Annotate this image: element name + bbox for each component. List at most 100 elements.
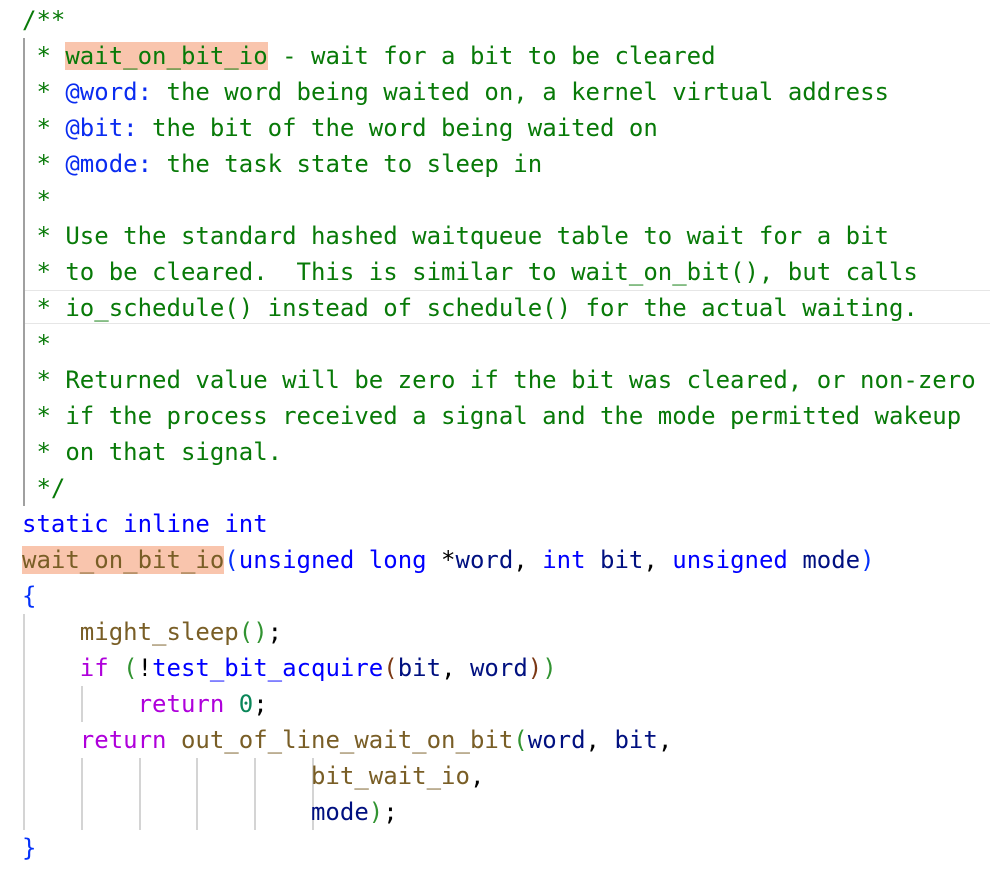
- code-token: ): [527, 654, 543, 682]
- code-line[interactable]: * @bit: the bit of the word being waited…: [22, 110, 658, 146]
- code-token: word: [455, 546, 514, 574]
- code-token: unsigned: [672, 546, 788, 574]
- code-token: !: [137, 654, 153, 682]
- code-line[interactable]: */: [22, 470, 65, 506]
- code-token: }: [22, 834, 37, 862]
- code-token: the task state to sleep in: [152, 150, 543, 178]
- code-token: word: [469, 654, 528, 682]
- code-token: static: [22, 510, 109, 538]
- code-line[interactable]: * @word: the word being waited on, a ker…: [22, 74, 889, 110]
- code-token: * Use the standard hashed waitqueue tabl…: [22, 222, 889, 250]
- code-line[interactable]: return 0;: [22, 686, 268, 722]
- code-token: 0: [238, 690, 254, 718]
- code-line[interactable]: /**: [22, 2, 65, 38]
- code-line[interactable]: * io_schedule() instead of schedule() fo…: [22, 290, 918, 326]
- code-token: word: [527, 726, 586, 754]
- code-token: return: [137, 690, 225, 718]
- code-token: ): [542, 654, 557, 682]
- code-token: inline: [123, 510, 210, 538]
- code-token: * to be cleared. This is similar to wait…: [22, 258, 918, 286]
- code-line[interactable]: bit_wait_io,: [22, 758, 484, 794]
- code-token: ;: [253, 690, 268, 718]
- code-token: (: [123, 654, 138, 682]
- code-token: (: [224, 546, 239, 574]
- code-token: @word:: [65, 78, 153, 106]
- code-token: bit: [600, 546, 644, 574]
- code-token: might_sleep: [79, 618, 239, 646]
- code-token: return: [79, 726, 167, 754]
- code-token: *: [22, 330, 51, 358]
- code-token: *: [22, 78, 66, 106]
- code-token: int: [542, 546, 586, 574]
- code-line[interactable]: static inline int: [22, 506, 268, 542]
- code-token: *: [22, 186, 51, 214]
- code-line[interactable]: {: [22, 578, 36, 614]
- code-token: (: [383, 654, 398, 682]
- code-token: mode: [802, 546, 861, 574]
- code-token: ): [860, 546, 875, 574]
- code-token: the word being waited on, a kernel virtu…: [152, 78, 889, 106]
- code-token: the bit of the word being waited on: [137, 114, 658, 142]
- code-line[interactable]: * if the process received a signal and t…: [22, 398, 961, 434]
- code-line[interactable]: *: [22, 326, 51, 362]
- code-token: (: [513, 726, 528, 754]
- code-token: - wait for a bit to be cleared: [267, 42, 716, 70]
- code-token: * if the process received a signal and t…: [22, 402, 962, 430]
- code-line[interactable]: * Returned value will be zero if the bit…: [22, 362, 976, 398]
- code-token: long: [368, 546, 427, 574]
- code-token: *: [426, 546, 456, 574]
- code-token: *: [22, 114, 66, 142]
- code-token: * io_schedule() instead of schedule() fo…: [22, 294, 918, 322]
- code-token: @mode:: [65, 150, 153, 178]
- code-token: ): [368, 798, 384, 826]
- code-token: ,: [441, 654, 470, 682]
- code-token: * Returned value will be zero if the bit…: [22, 366, 976, 394]
- code-token: */: [22, 474, 66, 502]
- code-line[interactable]: if (!test_bit_acquire(bit, word)): [22, 650, 557, 686]
- code-token: unsigned: [238, 546, 355, 574]
- code-line[interactable]: * on that signal.: [22, 434, 282, 470]
- code-line[interactable]: * Use the standard hashed waitqueue tabl…: [22, 218, 889, 254]
- code-token: bit: [614, 726, 658, 754]
- code-token: bit: [397, 654, 442, 682]
- code-line[interactable]: mode);: [22, 794, 398, 830]
- code-line[interactable]: *: [22, 182, 51, 218]
- code-token: if: [79, 654, 109, 682]
- code-line[interactable]: wait_on_bit_io(unsigned long *word, int …: [22, 542, 875, 578]
- code-token: int: [224, 510, 268, 538]
- code-token: ,: [469, 762, 485, 790]
- code-line[interactable]: * wait_on_bit_io - wait for a bit to be …: [22, 38, 716, 74]
- code-line[interactable]: }: [22, 830, 36, 866]
- code-line[interactable]: * @mode: the task state to sleep in: [22, 146, 542, 182]
- code-editor[interactable]: /** * wait_on_bit_io - wait for a bit to…: [0, 0, 990, 870]
- code-token: /**: [22, 6, 66, 34]
- code-token: ,: [643, 546, 673, 574]
- highlighted-token: wait_on_bit_io: [22, 546, 225, 574]
- code-token: ,: [657, 726, 673, 754]
- highlighted-token: wait_on_bit_io: [65, 42, 268, 70]
- code-token: mode: [310, 798, 369, 826]
- code-token: *: [22, 42, 66, 70]
- code-line[interactable]: * to be cleared. This is similar to wait…: [22, 254, 918, 290]
- code-line[interactable]: return out_of_line_wait_on_bit(word, bit…: [22, 722, 672, 758]
- code-line[interactable]: might_sleep();: [22, 614, 282, 650]
- code-token: {: [22, 582, 37, 610]
- code-token: bit_wait_io: [310, 762, 470, 790]
- code-token: (): [238, 618, 268, 646]
- code-token: ,: [585, 726, 615, 754]
- code-token: @bit:: [65, 114, 138, 142]
- code-token: ;: [267, 618, 283, 646]
